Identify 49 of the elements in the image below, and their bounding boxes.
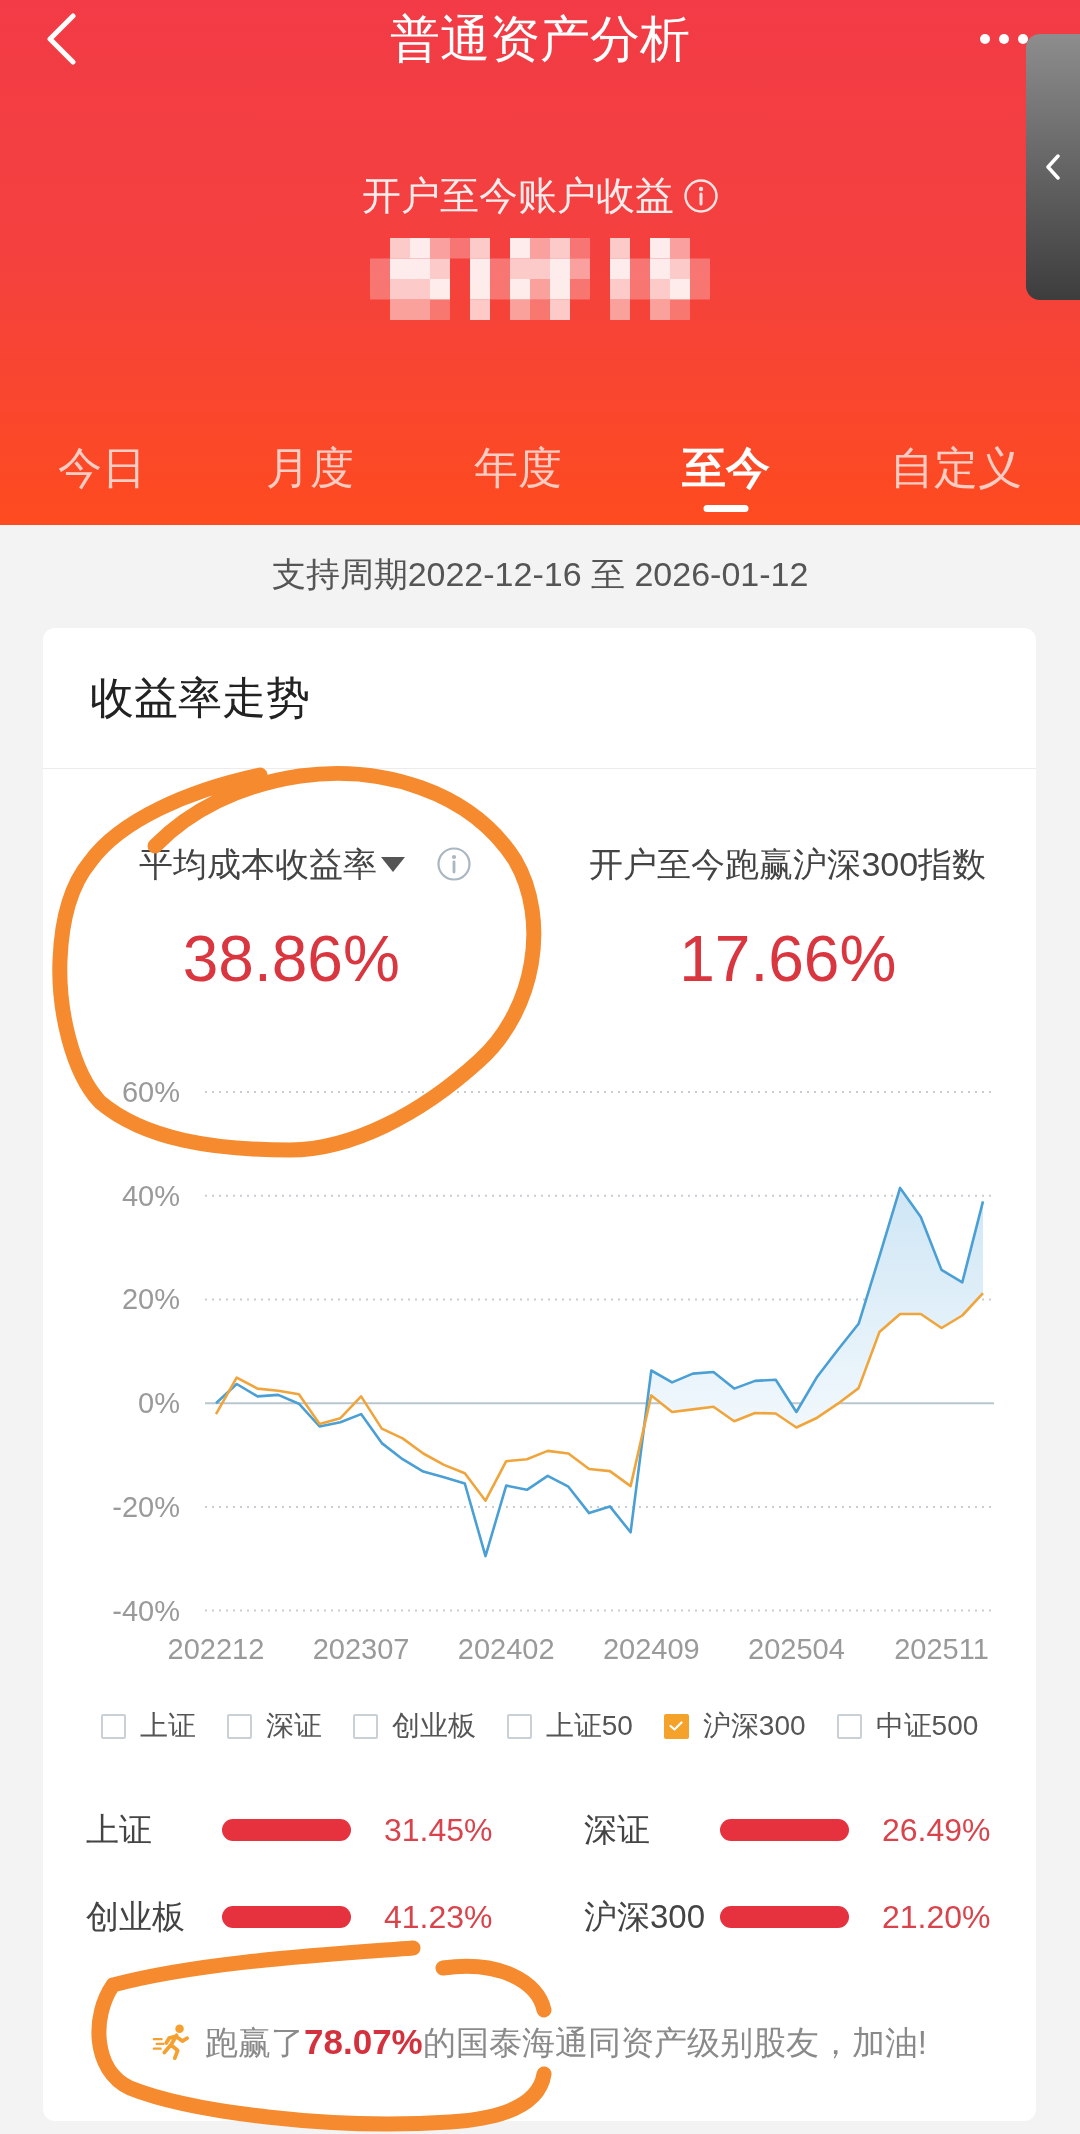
checkbox-label[interactable]: 深证 <box>265 1706 322 1746</box>
index-name: 创业板 <box>86 1897 186 1937</box>
index-name: 深证 <box>584 1810 651 1850</box>
index-return: 26.49% <box>882 1811 991 1850</box>
y-axis-label: -20% <box>112 1490 180 1523</box>
index-return: 41.23% <box>384 1898 493 1937</box>
period-range: 支持周期2022-12-16 至 2026-01-12 <box>271 554 809 595</box>
checkbox[interactable] <box>506 1713 532 1739</box>
x-axis-label: 202511 <box>894 1633 989 1665</box>
card-title: 收益率走势 <box>90 671 310 724</box>
checkbox[interactable] <box>352 1713 378 1739</box>
x-axis-label: 202409 <box>602 1633 700 1665</box>
back-icon[interactable] <box>45 13 77 65</box>
checkbox[interactable] <box>836 1713 862 1739</box>
y-axis-label: 0% <box>138 1387 180 1420</box>
page-title: 普通资产分析 <box>390 10 690 69</box>
checkbox[interactable] <box>226 1713 252 1739</box>
checkbox-label[interactable]: 中证500 <box>875 1706 979 1746</box>
tab-indicator <box>703 505 749 512</box>
x-axis-label: 202307 <box>312 1633 410 1665</box>
info-icon[interactable] <box>437 847 472 881</box>
checkbox-label[interactable]: 上证50 <box>545 1706 633 1746</box>
checkbox-label[interactable]: 上证 <box>139 1706 196 1746</box>
y-axis-label: 60% <box>121 1076 180 1108</box>
side-handle[interactable] <box>1026 34 1080 300</box>
running-person-icon <box>152 2023 191 2061</box>
x-axis-label: 202212 <box>167 1633 265 1665</box>
metric-label: 开户至今跑赢沪深300指数 <box>589 844 987 885</box>
checkbox[interactable] <box>100 1713 126 1739</box>
checkbox-label[interactable]: 沪深300 <box>702 1706 806 1746</box>
x-axis-label: 202504 <box>748 1633 845 1665</box>
index-name: 上证 <box>86 1810 153 1850</box>
index-return: 21.20% <box>882 1898 991 1937</box>
checkmark-icon <box>669 1721 684 1731</box>
y-axis-label: -40% <box>112 1594 180 1627</box>
more-icon[interactable] <box>980 34 1028 44</box>
summary-text: 跑赢了78.07%的国泰海通同资产级别股友，加油! <box>205 2020 927 2063</box>
index-return: 31.45% <box>384 1811 493 1850</box>
checkbox-label[interactable]: 创业板 <box>391 1706 476 1746</box>
checkbox[interactable] <box>663 1713 689 1739</box>
x-axis-label: 202402 <box>457 1633 555 1665</box>
account-return-label: 开户至今账户收益 <box>362 173 674 219</box>
y-axis-label: 40% <box>121 1179 180 1212</box>
index-name: 沪深300 <box>584 1897 707 1937</box>
y-axis-label: 20% <box>121 1283 180 1316</box>
metric-value: 17.66% <box>679 924 897 994</box>
metric-value: 38.86% <box>182 924 400 994</box>
caret-icon <box>381 856 406 872</box>
chevron-left-icon <box>1045 154 1061 180</box>
